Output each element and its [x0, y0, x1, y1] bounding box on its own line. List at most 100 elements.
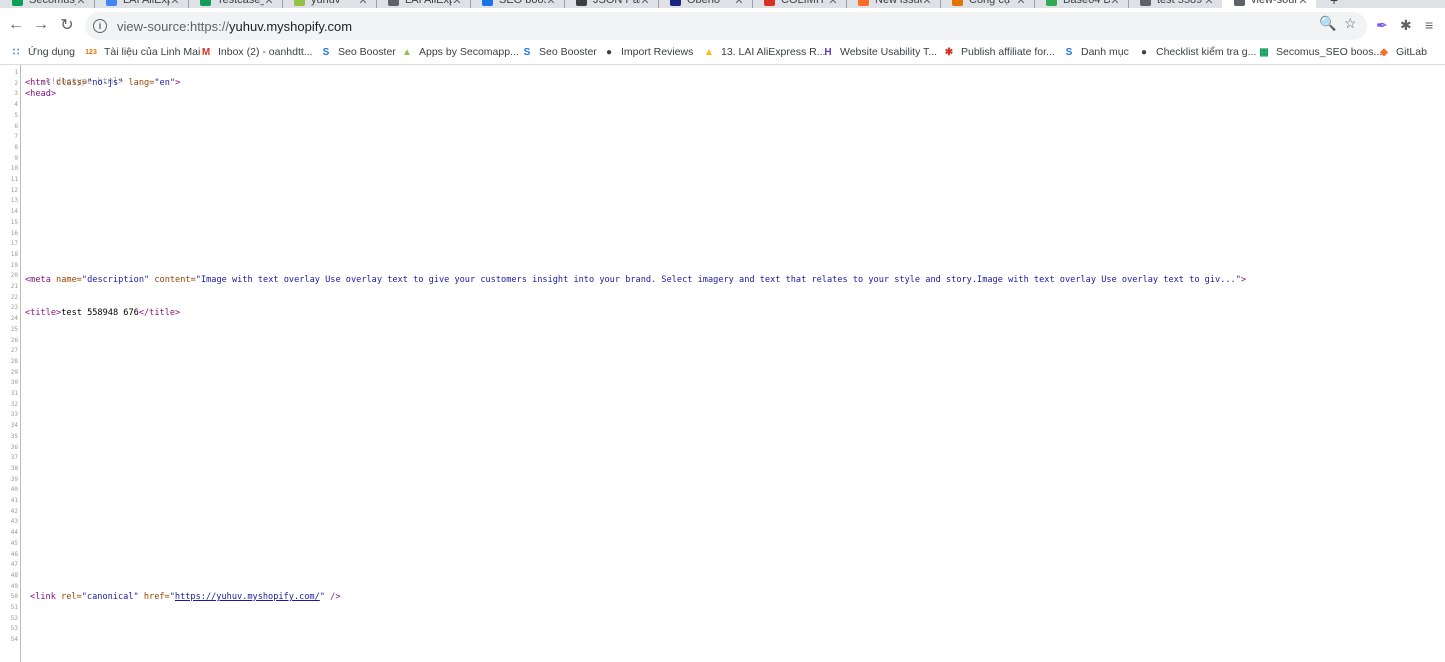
line-number: 25	[10, 325, 18, 333]
line-number: 12	[10, 186, 18, 194]
line-number: 44	[10, 529, 18, 537]
tab-title: test 5589	[1157, 0, 1203, 6]
info-icon[interactable]: i	[93, 19, 107, 33]
browser-tab[interactable]: Oberlo ✕	[658, 0, 752, 8]
close-tab-icon[interactable]: ✕	[546, 0, 556, 7]
bookmark-item[interactable]: S Seo Booster	[320, 44, 396, 60]
line-number: 20	[10, 272, 18, 280]
bookmark-item[interactable]: ▦ Secomus_SEO boos...	[1258, 44, 1382, 60]
sheets-icon: ▦	[1259, 46, 1269, 58]
reload-button[interactable]: ↻	[56, 14, 78, 36]
tab-title: Testcase_d	[217, 0, 264, 6]
close-tab-icon[interactable]: ✕	[358, 0, 368, 7]
puzzle-extensions-icon[interactable]: ✱	[1400, 17, 1412, 34]
browser-tab[interactable]: New issue ✕	[846, 0, 940, 8]
tab-title: Công cụ	[969, 0, 1010, 6]
new-tab-button[interactable]: +	[1330, 0, 1350, 8]
browser-tab[interactable]: LAI AliExp ✕	[94, 0, 188, 8]
tag-text: </title>	[138, 308, 181, 318]
bookmark-label: Inbox (2) - oanhdtt...	[218, 46, 313, 58]
reading-list-icon[interactable]: ≡	[1425, 17, 1433, 33]
url-text[interactable]: view-source:https://yuhuv.myshopify.com	[117, 19, 352, 34]
address-bar[interactable]: i view-source:https://yuhuv.myshopify.co…	[85, 12, 1367, 40]
back-button[interactable]: ←	[5, 14, 27, 36]
browser-tab[interactable]: Công cụ ✕	[940, 0, 1034, 8]
tab-title: yuhuv	[311, 0, 341, 6]
browser-tab[interactable]: LAI AliExp ✕	[376, 0, 470, 8]
bookmark-item[interactable]: S Danh mục	[1063, 44, 1129, 60]
tab-title: COLIMIT	[781, 0, 826, 6]
line-number: 16	[10, 229, 18, 237]
tab-title: Base64 De	[1063, 0, 1110, 6]
bookmark-label: 13. LAI AliExpress R...	[721, 46, 826, 58]
tab-separator	[282, 0, 283, 8]
line-number: 39	[10, 475, 18, 483]
seo-booster-icon: S	[322, 46, 330, 58]
browser-tab[interactable]: view-sourc✕	[1222, 0, 1316, 8]
bookmark-label: Website Usability T...	[840, 46, 938, 58]
bookmark-item[interactable]: ✱ Publish affiliate for...	[943, 44, 1055, 60]
tab-favicon-icon	[388, 0, 399, 6]
value-text: "en"	[154, 78, 176, 88]
browser-tab[interactable]: Secomus_ ✕	[0, 0, 94, 8]
browser-tab[interactable]: Testcase_d✕	[188, 0, 282, 8]
bookmark-item[interactable]: 123 Tài liệu của Linh Mai	[84, 44, 200, 60]
tab-favicon-icon	[482, 0, 493, 6]
line-number: 51	[10, 604, 18, 611]
canonical-link[interactable]: https://yuhuv.myshopify.com/	[175, 592, 320, 602]
close-tab-icon[interactable]: ✕	[452, 0, 462, 7]
line-number: 2	[14, 79, 18, 87]
close-tab-icon[interactable]: ✕	[1016, 0, 1026, 7]
bookmark-item[interactable]: ∷ Ứng dụng	[10, 44, 75, 60]
line-number: 4	[14, 101, 18, 109]
bookmark-item[interactable]: H Website Usability T...	[822, 44, 937, 60]
browser-tab[interactable]: COLIMIT ✕	[752, 0, 846, 8]
bookmark-star-icon[interactable]: ☆	[1344, 15, 1357, 32]
browser-tab[interactable]: Base64 De✕	[1034, 0, 1128, 8]
tab-title: view-sourc	[1251, 0, 1298, 6]
browser-tab[interactable]: test 5589 ✕	[1128, 0, 1222, 8]
line-number: 24	[10, 315, 18, 323]
tab-title: New issue	[875, 0, 922, 6]
tab-separator	[846, 0, 847, 8]
tab-favicon-icon	[294, 0, 305, 6]
bookmark-item[interactable]: ● Checklist kiểm tra g...	[1138, 44, 1256, 60]
attr-text: class=	[56, 78, 88, 88]
bookmark-item[interactable]: ▲ Apps by Secomapp...	[401, 44, 519, 60]
attr-text: href=	[138, 592, 170, 602]
tab-separator	[658, 0, 659, 8]
browser-tab[interactable]: SEO boost✕	[470, 0, 564, 8]
tab-separator	[94, 0, 95, 8]
bookmarks-bar: ∷ Ứng dụng 123 Tài liệu của Linh Mai M Inbox …	[0, 41, 1445, 65]
bookmark-label: Checklist kiểm tra g...	[1156, 46, 1257, 58]
bookmark-item[interactable]: ◆ GitLab	[1378, 44, 1427, 60]
line-number: 52	[10, 614, 18, 622]
attr-text: content=	[149, 275, 196, 285]
tab-title: LAI AliExp	[405, 0, 452, 6]
tab-title: Secomus_	[29, 0, 76, 6]
close-tab-icon[interactable]: ✕	[922, 0, 932, 7]
zoom-icon[interactable]: 🔍	[1319, 15, 1336, 32]
forward-button[interactable]: →	[30, 14, 52, 36]
close-tab-icon[interactable]: ✕	[170, 0, 180, 7]
browser-tab[interactable]: JSON Parse✕	[564, 0, 658, 8]
source-line-23: <title>test 558948 676</title>	[25, 308, 180, 318]
pen-extension-icon[interactable]: ✒	[1376, 17, 1388, 34]
bookmark-item[interactable]: ▲ 13. LAI AliExpress R...	[703, 44, 825, 60]
close-tab-icon[interactable]: ✕	[1204, 0, 1214, 7]
browser-tab[interactable]: yuhuv ✕	[282, 0, 376, 8]
close-tab-icon[interactable]: ✕	[264, 0, 274, 7]
close-tab-icon[interactable]: ✕	[640, 0, 650, 7]
bookmark-label: Seo Booster	[539, 46, 597, 58]
line-number: 38	[10, 464, 18, 472]
close-tab-icon[interactable]: ✕	[76, 0, 86, 7]
bookmark-item[interactable]: M Inbox (2) - oanhdtt...	[200, 44, 313, 60]
bookmark-label: Danh mục	[1081, 46, 1129, 58]
bookmark-item[interactable]: S Seo Booster	[521, 44, 597, 60]
line-number: 37	[10, 454, 18, 462]
close-tab-icon[interactable]: ✕	[1298, 0, 1308, 7]
close-tab-icon[interactable]: ✕	[734, 0, 744, 7]
bookmark-item[interactable]: ● Import Reviews	[603, 44, 693, 60]
close-tab-icon[interactable]: ✕	[828, 0, 838, 7]
close-tab-icon[interactable]: ✕	[1110, 0, 1120, 7]
